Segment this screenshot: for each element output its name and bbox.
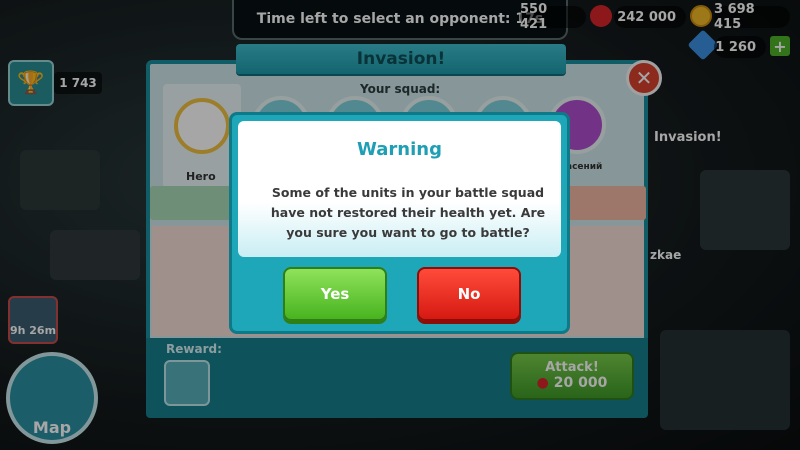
warning-dialog: Warning Some of the units in your battle… [229,112,570,334]
no-button[interactable]: No [417,267,521,321]
dialog-content: Warning Some of the units in your battle… [238,121,561,257]
dialog-title: Warning [357,139,442,160]
yes-button[interactable]: Yes [283,267,387,321]
dialog-message: Some of the units in your battle squad h… [270,185,546,240]
